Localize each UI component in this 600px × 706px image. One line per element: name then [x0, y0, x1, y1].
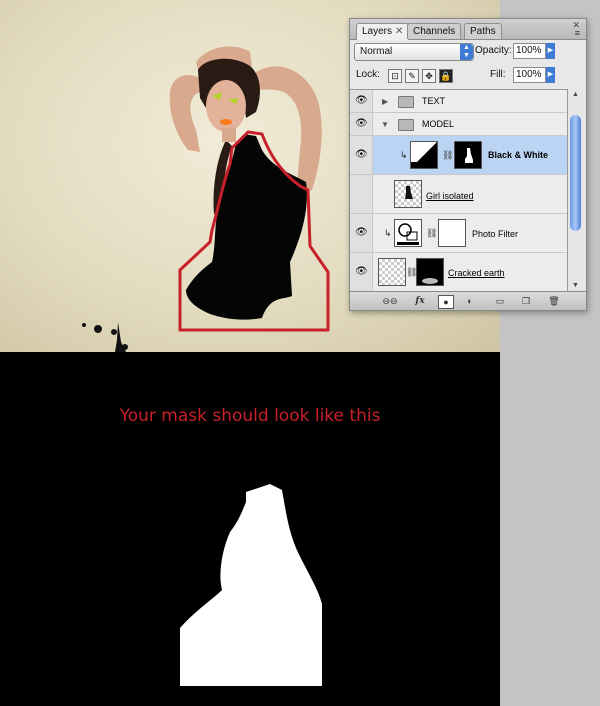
- link-icon[interactable]: ⊖⊖: [380, 295, 400, 307]
- tab-channels-label: Channels: [413, 26, 456, 37]
- layer-row-model-group[interactable]: 👁 ▼ MODEL: [350, 113, 567, 136]
- tab-paths[interactable]: Paths: [464, 23, 502, 39]
- layer-row-cracked-earth[interactable]: 👁 ⛓ Cracked earth: [350, 253, 567, 292]
- trash-icon[interactable]: 🗑: [546, 295, 562, 307]
- mask-thumb-shape: [465, 148, 473, 163]
- blend-mode-select[interactable]: Normal ▲ ▼: [354, 43, 474, 61]
- bw-adjustment-icon: [411, 142, 437, 168]
- adjustment-icon[interactable]: ◐: [462, 295, 478, 307]
- layer-name: Cracked earth: [448, 268, 505, 278]
- black-top: [186, 134, 307, 320]
- tab-layers-label: Layers: [362, 26, 393, 37]
- layers-list: 👁 ▶ TEXT 👁 ▼ MODEL 👁 ↳ ⛓ Black & White G…: [350, 89, 567, 292]
- lock-fill-row: Lock: ⊡ ✎ ✥ 🔒 Fill: 100% ▶: [354, 67, 582, 85]
- collapse-triangle-icon[interactable]: ▼: [381, 120, 389, 129]
- visibility-cell[interactable]: [350, 175, 373, 213]
- lock-image-icon[interactable]: ✎: [405, 69, 419, 83]
- opacity-input[interactable]: 100%: [513, 43, 546, 59]
- folder-icon[interactable]: ▭: [492, 295, 508, 307]
- layer-name: TEXT: [422, 96, 446, 106]
- new-layer-icon[interactable]: ❐: [518, 295, 534, 307]
- fill-label: Fill:: [490, 69, 506, 80]
- mask-shape-canvas: [180, 484, 322, 686]
- panel-footer: ⊖⊖ fx ● ◐ ▭ ❐ 🗑: [350, 291, 586, 310]
- layer-name: Girl isolated: [426, 191, 474, 201]
- earth-mask-glow: [422, 278, 438, 284]
- layer-name: MODEL: [422, 119, 455, 129]
- select-arrows-icon: ▲ ▼: [460, 44, 473, 60]
- eye-icon[interactable]: 👁: [355, 96, 368, 106]
- tab-channels[interactable]: Channels: [407, 23, 462, 39]
- clip-arrow-icon: ↳: [400, 150, 408, 160]
- blend-mode-value: Normal: [360, 46, 393, 57]
- tab-paths-label: Paths: [470, 26, 496, 37]
- ink-splatter: [82, 322, 128, 352]
- layer-row-girl-isolated[interactable]: Girl isolated: [350, 175, 567, 214]
- scroll-down-icon[interactable]: ▼: [572, 282, 579, 289]
- layer-name: Black & White: [488, 150, 549, 160]
- eye-icon[interactable]: 👁: [355, 119, 368, 129]
- mask-thumbnail[interactable]: [416, 258, 444, 286]
- chain-link-icon[interactable]: ⛓: [442, 150, 453, 161]
- layer-thumbnail[interactable]: [394, 180, 422, 208]
- close-tab-icon[interactable]: ✕: [395, 26, 403, 37]
- mask-thumbnail[interactable]: [438, 219, 466, 247]
- visibility-cell[interactable]: 👁: [350, 136, 373, 174]
- mask-preview: Your mask should look like this: [0, 352, 500, 706]
- folder-icon: [398, 96, 414, 108]
- visibility-cell[interactable]: 👁: [350, 253, 373, 291]
- fx-icon[interactable]: fx: [410, 295, 430, 307]
- opacity-arrow-icon[interactable]: ▶: [546, 43, 555, 59]
- visibility-cell[interactable]: 👁: [350, 214, 373, 252]
- panel-menu-icon[interactable]: ≡: [575, 28, 580, 38]
- lock-transparent-icon[interactable]: ⊡: [388, 69, 402, 83]
- left-arm: [169, 75, 204, 152]
- panel-tabbar: Layers ✕ Channels Paths ✕ ≡: [350, 19, 586, 40]
- visibility-cell[interactable]: 👁: [350, 113, 373, 135]
- adjustment-thumbnail[interactable]: [410, 141, 438, 169]
- eye-icon[interactable]: 👁: [355, 150, 368, 160]
- layers-panel: Layers ✕ Channels Paths ✕ ≡ Normal ▲ ▼ Opa…: [349, 18, 587, 311]
- scroll-up-icon[interactable]: ▲: [572, 91, 579, 98]
- scroll-thumb[interactable]: [570, 115, 581, 231]
- layer-thumbnail[interactable]: [378, 258, 406, 286]
- adjustment-thumbnail[interactable]: [394, 219, 422, 247]
- mask-icon[interactable]: ●: [438, 295, 454, 309]
- expand-triangle-icon[interactable]: ▶: [382, 97, 388, 106]
- chain-link-icon[interactable]: ⛓: [426, 228, 437, 239]
- girl-thumb-shape: [405, 186, 413, 199]
- folder-icon: [398, 119, 414, 131]
- clip-arrow-icon: ↳: [384, 228, 392, 238]
- mask-shape: [180, 484, 322, 686]
- blend-opacity-row: Normal ▲ ▼ Opacity: 100% ▶: [354, 43, 582, 61]
- fill-arrow-icon[interactable]: ▶: [546, 67, 555, 83]
- layer-row-text-group[interactable]: 👁 ▶ TEXT: [350, 90, 567, 113]
- layers-scrollbar[interactable]: ▲ ▼: [567, 89, 585, 291]
- layer-row-photo-filter[interactable]: 👁 ↳ ⛓ Photo Filter: [350, 214, 567, 253]
- fill-input[interactable]: 100%: [513, 67, 546, 83]
- lock-label: Lock:: [356, 69, 380, 80]
- layer-name: Photo Filter: [472, 229, 519, 239]
- lock-all-icon[interactable]: 🔒: [439, 69, 453, 83]
- opacity-label: Opacity:: [475, 45, 512, 56]
- visibility-cell[interactable]: 👁: [350, 90, 373, 112]
- eye-icon[interactable]: 👁: [355, 228, 368, 238]
- tab-layers[interactable]: Layers ✕: [356, 23, 410, 40]
- eye-icon[interactable]: 👁: [355, 267, 368, 277]
- layer-row-black-white[interactable]: 👁 ↳ ⛓ Black & White: [350, 136, 567, 175]
- photo-filter-icon: [397, 223, 419, 245]
- mask-thumbnail[interactable]: [454, 141, 482, 169]
- lock-position-icon[interactable]: ✥: [422, 69, 436, 83]
